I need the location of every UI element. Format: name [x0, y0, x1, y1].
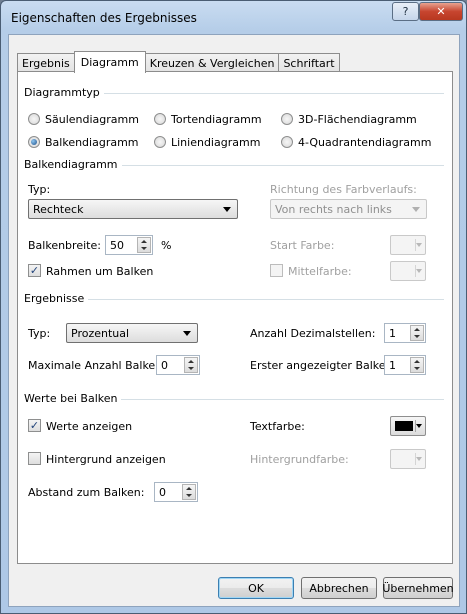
help-button[interactable]: ? [392, 2, 419, 21]
chevron-down-icon [416, 457, 422, 461]
radio-balkendiagramm[interactable] [28, 136, 40, 148]
spin-arrows-icon[interactable] [184, 357, 198, 373]
chevron-down-icon [183, 331, 191, 336]
chevron-down-icon [416, 424, 422, 428]
chevron-down-icon [416, 269, 422, 273]
hintergrund-label: Hintergrund anzeigen [46, 453, 166, 466]
werte-anzeigen-label: Werte anzeigen [46, 420, 133, 433]
spin-arrows-icon[interactable] [137, 237, 151, 253]
abstand-stepper[interactable]: 0 [154, 482, 198, 502]
hintergrundfarbe-picker[interactable] [390, 449, 426, 469]
balkenbreite-unit: % [161, 239, 172, 252]
max-balken-label: Maximale Anzahl Balken: [28, 359, 166, 372]
richtung-value: Von rechts nach links [275, 202, 392, 216]
hintergrund-checkbox[interactable] [28, 452, 41, 465]
balken-typ-label: Typ: [28, 183, 51, 196]
spin-arrows-icon[interactable] [410, 357, 424, 373]
tab-ergebnis[interactable]: Ergebnis [17, 53, 75, 72]
tab-diagramm[interactable]: Diagramm [73, 51, 146, 73]
chevron-down-icon [223, 207, 231, 212]
ergebnisse-typ-select[interactable]: Prozentual [66, 323, 198, 343]
balken-typ-value: Rechteck [33, 202, 84, 216]
radio-label-saeulendiagramm: Säulendiagramm [45, 113, 139, 126]
radio-3d-flaechendiagramm[interactable] [281, 113, 293, 125]
balkenbreite-value: 50 [110, 238, 124, 252]
richtung-select[interactable]: Von rechts nach links [270, 199, 427, 219]
tab-panel-diagramm: Diagrammtyp Säulendiagramm Tortendiagram… [17, 71, 453, 564]
richtung-label: Richtung des Farbverlaufs: [270, 183, 417, 196]
close-icon: ✕ [436, 5, 446, 18]
close-button[interactable]: ✕ [419, 2, 463, 21]
ok-button[interactable]: OK [218, 577, 294, 599]
group-title-werte: Werte bei Balken [24, 392, 122, 405]
ergebnisse-typ-value: Prozentual [71, 326, 130, 340]
radio-label-tortendiagramm: Tortendiagramm [171, 113, 262, 126]
start-farbe-picker[interactable] [390, 235, 426, 255]
chevron-down-icon [416, 243, 422, 247]
dialog-client: Ergebnis Diagramm Kreuzen & Vergleichen … [8, 34, 460, 607]
group-title-ergebnisse: Ergebnisse [24, 292, 89, 305]
group-title-balkendiagramm: Balkendiagramm [24, 158, 122, 171]
werte-anzeigen-checkbox[interactable]: ✓ [28, 419, 41, 432]
start-farbe-label: Start Farbe: [270, 239, 335, 252]
max-balken-stepper[interactable]: 0 [156, 355, 200, 375]
tab-kreuzen-vergleichen[interactable]: Kreuzen & Vergleichen [144, 53, 280, 72]
mittelfarbe-label: Mittelfarbe: [288, 265, 352, 278]
spin-arrows-icon[interactable] [410, 325, 424, 341]
uebernehmen-button[interactable]: Übernehmen [382, 577, 454, 599]
dezimalstellen-stepper[interactable]: 1 [384, 323, 426, 343]
ergebnisse-typ-label: Typ: [28, 327, 51, 340]
radio-label-liniendiagramm: Liniendiagramm [171, 136, 261, 149]
radio-label-3d-flaechendiagramm: 3D-Flächendiagramm [298, 113, 417, 126]
rahmen-label: Rahmen um Balken [46, 265, 154, 278]
erster-balken-stepper[interactable]: 1 [384, 355, 426, 375]
mittelfarbe-picker[interactable] [390, 261, 426, 281]
erster-balken-value: 1 [389, 358, 396, 372]
balkenbreite-stepper[interactable]: 50 [105, 235, 153, 255]
mittelfarbe-checkbox[interactable] [270, 264, 283, 277]
radio-4-quadrantendiagramm[interactable] [281, 136, 293, 148]
abbrechen-button[interactable]: Abbrechen [301, 577, 377, 599]
radio-saeulendiagramm[interactable] [28, 113, 40, 125]
balken-typ-select[interactable]: Rechteck [28, 199, 238, 219]
dialog-window: Eigenschaften des Ergebnisses ? ✕ Ergebn… [0, 0, 467, 614]
help-icon: ? [402, 5, 409, 18]
abstand-label: Abstand zum Balken: [28, 486, 145, 499]
chevron-down-icon [412, 207, 420, 212]
abstand-value: 0 [159, 485, 166, 499]
hintergrundfarbe-label: Hintergrundfarbe: [250, 453, 349, 466]
textfarbe-picker[interactable] [390, 416, 426, 436]
balkenbreite-label: Balkenbreite: [28, 239, 101, 252]
tab-strip: Ergebnis Diagramm Kreuzen & Vergleichen … [17, 51, 340, 73]
textfarbe-label: Textfarbe: [250, 420, 305, 433]
tab-schriftart[interactable]: Schriftart [278, 53, 340, 72]
dezimalstellen-value: 1 [389, 326, 396, 340]
max-balken-value: 0 [161, 358, 168, 372]
color-swatch [395, 421, 413, 431]
rahmen-checkbox[interactable]: ✓ [28, 264, 41, 277]
window-title: Eigenschaften des Ergebnisses [11, 11, 197, 25]
group-title-diagrammtyp: Diagrammtyp [24, 86, 104, 99]
radio-label-balkendiagramm: Balkendiagramm [45, 136, 139, 149]
radio-tortendiagramm[interactable] [154, 113, 166, 125]
erster-balken-label: Erster angezeigter Balken: [250, 359, 397, 372]
radio-label-4-quadrantendiagramm: 4-Quadrantendiagramm [298, 136, 432, 149]
title-bar[interactable]: Eigenschaften des Ergebnisses ? ✕ [1, 1, 466, 35]
spin-arrows-icon[interactable] [182, 484, 196, 500]
radio-liniendiagramm[interactable] [154, 136, 166, 148]
dezimalstellen-label: Anzahl Dezimalstellen: [250, 327, 376, 340]
